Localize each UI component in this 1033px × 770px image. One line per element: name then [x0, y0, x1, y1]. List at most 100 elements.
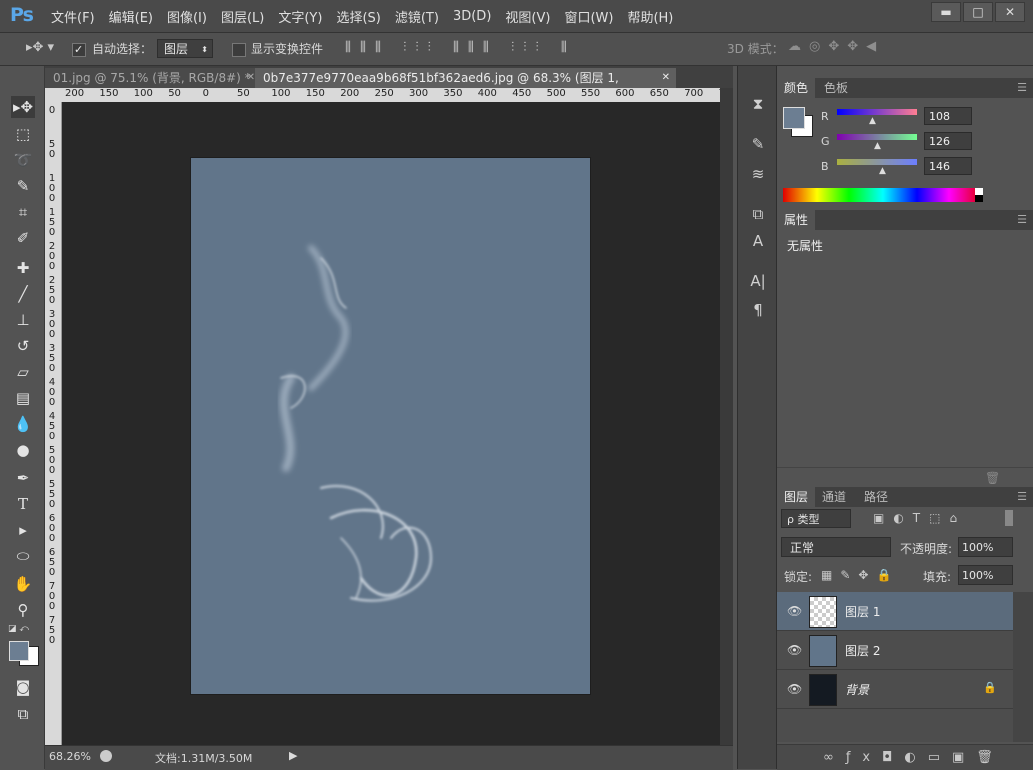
ellipse-tool-icon[interactable]: ⬭ [11, 545, 35, 567]
quick-mask-icon[interactable]: ◙ [11, 676, 35, 698]
fill-input[interactable]: 100% [958, 565, 1013, 585]
layer-row-background[interactable]: 👁 背景 🔒 [777, 670, 1013, 709]
history-panel-icon[interactable]: ⧗ [748, 94, 768, 114]
lasso-tool-icon[interactable]: ➰ [11, 149, 35, 171]
tab-close-icon[interactable]: ✕ [662, 68, 670, 88]
menu-type[interactable]: 文字(Y) [271, 7, 329, 26]
align-icons[interactable]: ⫼⫼⫼ ⫶⫶⫶ ⫼⫼⫼ ⫶⫶⫶ ⫼ [345, 40, 576, 55]
tab-properties[interactable]: 属性 [777, 210, 816, 230]
healing-brush-tool-icon[interactable]: ✚ [11, 257, 35, 279]
quick-selection-tool-icon[interactable]: ✎ [11, 175, 35, 197]
opacity-input[interactable]: 100% [958, 537, 1013, 557]
move-tool-preset-icon[interactable]: ▸✥ ▾ [26, 40, 54, 55]
foreground-color-box[interactable] [783, 107, 805, 129]
layers-scrollbar[interactable] [1013, 592, 1033, 742]
visibility-eye-icon[interactable]: 👁 [787, 604, 802, 618]
panel-menu-icon[interactable]: ☰ [1017, 81, 1027, 94]
brush-panel-icon[interactable]: ✎ [748, 134, 768, 154]
blend-mode-dropdown[interactable]: 正常 [781, 537, 891, 557]
eyedropper-tool-icon[interactable]: ✐ [11, 227, 35, 249]
maximize-button[interactable]: □ [963, 2, 993, 22]
zoom-level[interactable]: 68.26% [49, 750, 91, 763]
tab-color[interactable]: 颜色 [777, 78, 816, 98]
path-selection-tool-icon[interactable]: ▸ [11, 519, 35, 541]
menu-layer[interactable]: 图层(L) [214, 7, 271, 26]
lock-icons[interactable]: ▦✎✥🔒 [821, 568, 899, 582]
r-slider[interactable] [837, 109, 917, 115]
menu-filter[interactable]: 滤镜(T) [388, 7, 446, 26]
character-styles-icon[interactable]: Α [748, 231, 768, 251]
menu-help[interactable]: 帮助(H) [620, 7, 680, 26]
spectrum-black-swatch[interactable] [975, 195, 983, 202]
blur-tool-icon[interactable]: 💧 [11, 413, 35, 435]
default-colors-icon[interactable]: ◪ ⤺ [8, 624, 29, 634]
move-tool-icon[interactable]: ▸✥ [11, 96, 35, 118]
type-tool-icon[interactable]: T [11, 493, 35, 515]
horizontal-ruler[interactable]: 200 150 100 50 0 50 100 150 200 250 300 350 400 450 50… [45, 88, 720, 103]
r-slider-thumb-icon[interactable]: ▲ [869, 116, 876, 126]
panel-menu-icon[interactable]: ☰ [1017, 213, 1027, 226]
3d-mode-icons[interactable]: ☁◎✥✥◀ [788, 39, 884, 54]
b-value[interactable]: 146 [924, 157, 972, 175]
tab-swatches[interactable]: 色板 [817, 78, 855, 98]
foreground-color-swatch[interactable] [9, 641, 29, 661]
vertical-scrollbar[interactable] [720, 88, 733, 745]
layer-filter-dropdown[interactable]: ρ 类型 [781, 509, 851, 528]
vertical-ruler[interactable]: 0 50 100 150 200 250 300 350 400 450 500 550 600 650 7… [45, 102, 62, 745]
auto-select-checkbox[interactable] [72, 42, 86, 57]
b-slider[interactable] [837, 159, 917, 165]
g-slider-thumb-icon[interactable]: ▲ [874, 141, 881, 151]
g-slider[interactable] [837, 134, 917, 140]
menu-edit[interactable]: 编辑(E) [102, 7, 160, 26]
menu-view[interactable]: 视图(V) [498, 7, 557, 26]
panel-menu-icon[interactable]: ☰ [1017, 490, 1027, 503]
menu-window[interactable]: 窗口(W) [557, 7, 620, 26]
dodge-tool-icon[interactable]: ● [11, 439, 35, 461]
document-canvas[interactable] [191, 158, 590, 694]
zoom-tool-icon[interactable]: ⚲ [11, 599, 35, 621]
menu-3d[interactable]: 3D(D) [446, 9, 498, 24]
r-value[interactable]: 108 [924, 107, 972, 125]
tab-layers[interactable]: 图层 [777, 487, 816, 507]
close-button[interactable]: ✕ [995, 2, 1025, 22]
history-brush-tool-icon[interactable]: ↺ [11, 335, 35, 357]
paragraph-panel-icon[interactable]: ¶ [748, 300, 768, 320]
status-menu-arrow-icon[interactable]: ▶ [289, 749, 297, 762]
brush-tool-icon[interactable]: ╱ [11, 283, 35, 305]
b-slider-thumb-icon[interactable]: ▲ [879, 166, 886, 176]
stamp-tool-icon[interactable]: ⊥ [11, 309, 35, 331]
hand-tool-icon[interactable]: ✋ [11, 573, 35, 595]
layer-name[interactable]: 图层 1 [845, 603, 880, 620]
tab-close-icon[interactable]: ✕ [247, 68, 255, 88]
tab-paths[interactable]: 路径 [857, 487, 895, 507]
crop-tool-icon[interactable]: ⌗ [11, 201, 35, 223]
g-value[interactable]: 126 [924, 132, 972, 150]
pen-tool-icon[interactable]: ✒ [11, 467, 35, 489]
eraser-tool-icon[interactable]: ▱ [11, 361, 35, 383]
layer-name[interactable]: 图层 2 [845, 642, 880, 659]
screen-mode-icon[interactable]: ⧉ [11, 703, 35, 725]
gradient-tool-icon[interactable]: ▤ [11, 387, 35, 409]
menu-select[interactable]: 选择(S) [329, 7, 387, 26]
trash-icon[interactable]: 🗑 [985, 471, 1000, 485]
color-spectrum-bar[interactable] [783, 188, 983, 202]
menu-image[interactable]: 图像(I) [160, 7, 214, 26]
tab-01-jpg[interactable]: 01.jpg @ 75.1% (背景, RGB/8#) * ✕ [45, 68, 261, 88]
character-panel-icon[interactable]: A| [748, 271, 768, 291]
layer-name[interactable]: 背景 [845, 681, 869, 698]
auto-select-dropdown[interactable]: 图层 ⬍ [157, 39, 213, 58]
menu-file[interactable]: 文件(F) [44, 7, 102, 26]
minimize-button[interactable]: ▬ [931, 2, 961, 22]
layer-row-2[interactable]: 👁 图层 2 [777, 631, 1013, 670]
brush-presets-icon[interactable]: ≋ [748, 164, 768, 184]
status-info-icon[interactable] [100, 750, 112, 762]
tab-active-document[interactable]: 0b7e377e9770eaa9b68f51bf362aed6.jpg @ 68… [255, 68, 676, 105]
spectrum-white-swatch[interactable] [975, 188, 983, 195]
layer-row-1[interactable]: 👁 图层 1 [777, 592, 1013, 631]
filter-toggle-switch[interactable] [1005, 510, 1013, 526]
visibility-eye-icon[interactable]: 👁 [787, 643, 802, 657]
clone-source-icon[interactable]: ⧉ [748, 204, 768, 224]
marquee-tool-icon[interactable]: ⬚ [11, 123, 35, 145]
show-transform-checkbox[interactable] [232, 42, 246, 57]
layer-actions-icons[interactable]: ∞ƒx◘◐▭▣🗑 [823, 750, 1005, 765]
